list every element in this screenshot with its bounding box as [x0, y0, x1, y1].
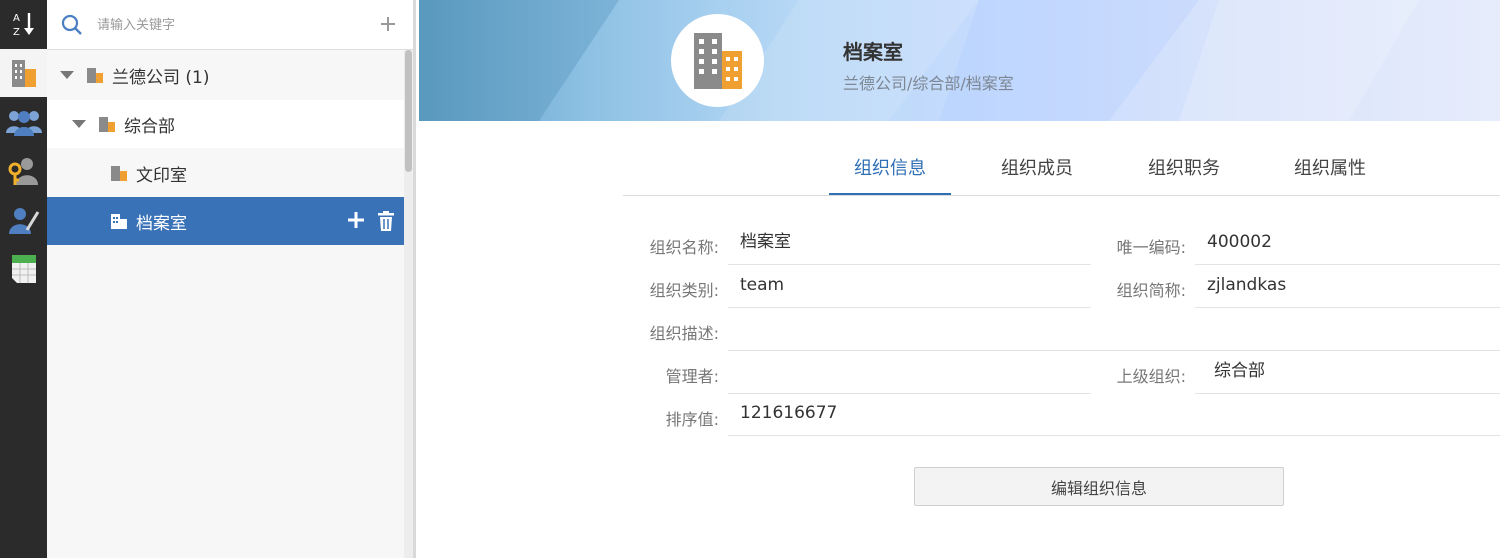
tree-scrollbar[interactable]: [404, 50, 413, 558]
tab-org-members[interactable]: 组织成员: [976, 145, 1098, 195]
user-key-icon: [8, 158, 38, 185]
building-icon: [111, 166, 127, 181]
page-title: 档案室: [843, 40, 903, 64]
tab-org-info[interactable]: 组织信息: [829, 145, 951, 195]
tab-org-attributes[interactable]: 组织属性: [1269, 145, 1391, 195]
search-bar: [47, 0, 413, 50]
tree-item-label: 兰德公司 (1): [112, 67, 210, 88]
rail-user-edit-button[interactable]: [0, 196, 47, 244]
org-tabs: 组织信息 组织成员 组织职务 组织属性: [623, 145, 1500, 196]
icon-rail: A Z: [0, 0, 47, 558]
add-child-icon[interactable]: [346, 210, 366, 230]
tree-item-archive-room[interactable]: 档案室: [47, 197, 404, 245]
search-input[interactable]: [97, 12, 367, 38]
caret-down-icon[interactable]: [60, 71, 74, 79]
scroll-thumb[interactable]: [405, 50, 412, 172]
search-icon[interactable]: [61, 14, 83, 36]
building-icon: [87, 68, 103, 83]
org-description-label: 组织描述:: [649, 324, 719, 343]
org-short-name-field[interactable]: zjlandkas: [1195, 268, 1500, 308]
row-actions: [346, 210, 396, 232]
org-tree-panel: 兰德公司 (1) 综合部 文印室 档案室: [47, 0, 416, 558]
organization-icon: [11, 60, 36, 87]
add-org-icon[interactable]: [379, 15, 397, 33]
user-edit-icon: [8, 208, 39, 234]
sort-order-field[interactable]: 121616677: [728, 396, 1500, 436]
sort-az-button[interactable]: A Z: [0, 0, 47, 48]
tab-org-positions[interactable]: 组织职务: [1123, 145, 1245, 195]
org-header-banner: 档案室 兰德公司/综合部/档案室: [419, 0, 1500, 121]
unique-code-field[interactable]: 400002: [1195, 225, 1500, 265]
org-name-label: 组织名称:: [649, 238, 719, 257]
building-icon: [693, 32, 742, 89]
unique-code-label: 唯一编码:: [1116, 238, 1186, 257]
rail-user-key-button[interactable]: [0, 147, 47, 195]
tree-item-label: 文印室: [136, 165, 187, 186]
manager-field[interactable]: [728, 354, 1091, 394]
org-description-field[interactable]: [728, 311, 1500, 351]
org-short-name-label: 组织简称:: [1116, 281, 1186, 300]
svg-text:A: A: [13, 13, 20, 24]
rail-organization-button[interactable]: [0, 49, 47, 97]
tree-item-label: 综合部: [124, 116, 175, 137]
trash-icon[interactable]: [376, 210, 396, 232]
parent-org-label: 上级组织:: [1116, 367, 1186, 386]
manager-label: 管理者:: [665, 367, 719, 386]
org-name-field[interactable]: 档案室: [728, 225, 1091, 265]
org-avatar: [671, 14, 764, 107]
tree-item-lande-company[interactable]: 兰德公司 (1): [47, 51, 404, 99]
tree-item-label: 档案室: [136, 213, 187, 234]
caret-down-icon[interactable]: [72, 120, 86, 128]
org-category-label: 组织类别:: [649, 281, 719, 300]
building-icon: [99, 117, 115, 132]
sort-order-label: 排序值:: [665, 410, 719, 429]
breadcrumb: 兰德公司/综合部/档案室: [843, 74, 1014, 93]
users-group-icon: [5, 111, 42, 136]
rail-spreadsheet-button[interactable]: [0, 245, 47, 293]
svg-text:Z: Z: [13, 27, 20, 38]
org-category-field[interactable]: team: [728, 268, 1091, 308]
rail-users-button[interactable]: [0, 98, 47, 146]
tree-item-printing-room[interactable]: 文印室: [47, 149, 404, 197]
spreadsheet-icon: [11, 255, 36, 283]
sort-az-icon: A Z: [13, 13, 34, 38]
tree-item-general-dept[interactable]: 综合部: [47, 100, 404, 148]
banner-background-shapes: [419, 0, 1419, 121]
parent-org-field[interactable]: 综合部: [1195, 354, 1500, 394]
building-icon: [111, 214, 127, 229]
edit-org-info-button[interactable]: 编辑组织信息: [914, 467, 1284, 506]
